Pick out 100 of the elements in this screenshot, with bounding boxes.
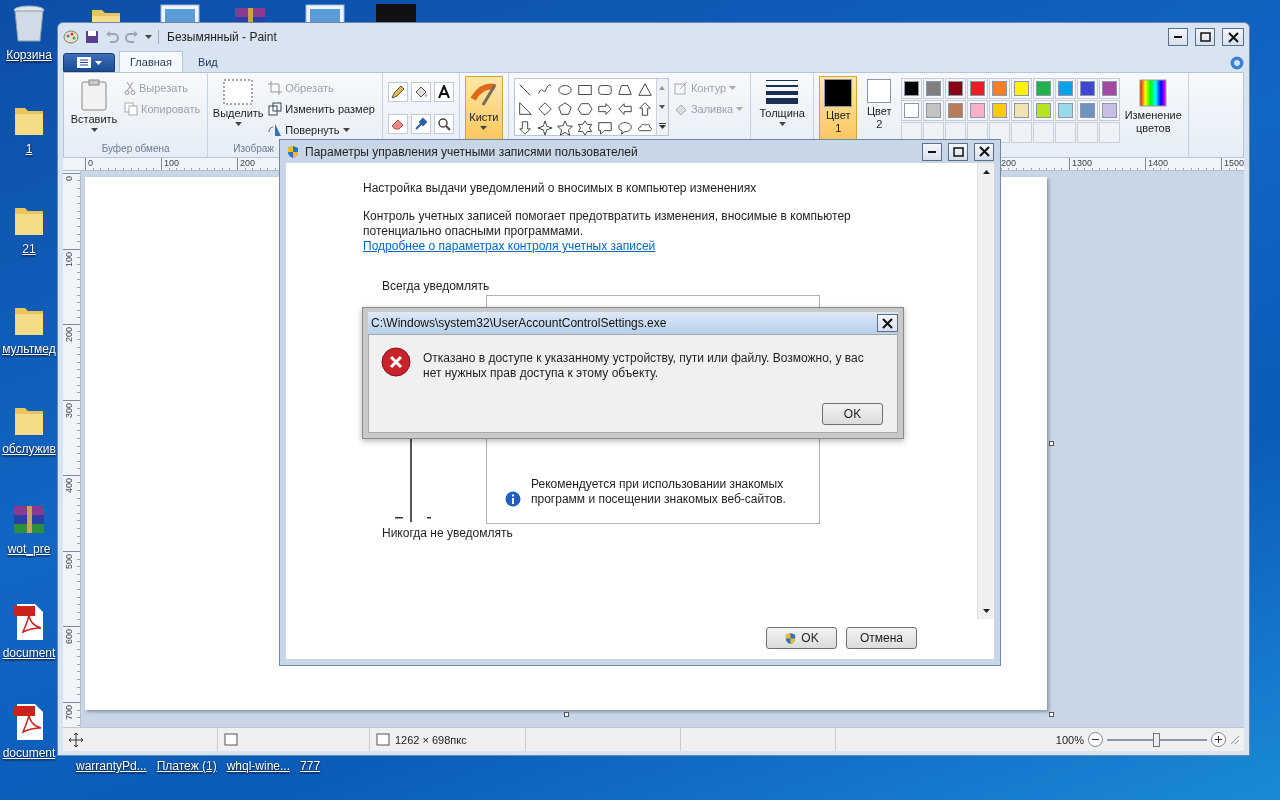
ruler-label: 1400 xyxy=(1148,158,1169,168)
pentagon-shape-button[interactable] xyxy=(555,99,575,118)
resize-handle[interactable] xyxy=(1049,441,1054,446)
rotate-icon xyxy=(268,122,283,137)
magnifier-tool[interactable] xyxy=(433,113,454,134)
close-button[interactable] xyxy=(974,142,994,161)
resize-button[interactable]: Изменить размер xyxy=(266,99,377,118)
gallery-expand-button[interactable] xyxy=(656,116,668,135)
desktop-icon-label[interactable]: warrantyPd... xyxy=(76,759,147,773)
resize-grip-icon xyxy=(1230,734,1240,745)
fill-tool[interactable] xyxy=(410,82,431,102)
desktop-icon-label[interactable]: 1 xyxy=(25,142,33,156)
desktop-icon-label[interactable]: wot_pre xyxy=(7,542,51,556)
right-triangle-icon xyxy=(517,100,534,117)
paste-button[interactable]: Вставить xyxy=(69,76,119,143)
zoom-slider-thumb[interactable] xyxy=(1153,732,1160,747)
color-slot-button[interactable]: Цвет 2 xyxy=(860,76,899,143)
zoom-in-button[interactable] xyxy=(1211,732,1226,747)
ruler-label: 200 xyxy=(64,327,74,343)
triangle-icon xyxy=(637,81,654,98)
caret-icon xyxy=(94,60,102,65)
select-button[interactable]: Выделить xyxy=(213,76,264,143)
save-icon[interactable] xyxy=(85,30,99,44)
help-icon[interactable] xyxy=(1230,56,1244,70)
minimize-button[interactable] xyxy=(1168,28,1188,46)
rotate-button[interactable]: Повернуть xyxy=(266,120,352,139)
help-link[interactable]: Подробнее о параметрах контроля учетных записей xyxy=(363,239,656,253)
desktop-icon-label[interactable]: document xyxy=(2,646,56,660)
four-point-star-shape-button[interactable] xyxy=(535,118,555,137)
maximize-button[interactable] xyxy=(1195,28,1215,46)
close-button[interactable] xyxy=(1222,28,1244,46)
ok-button[interactable]: OK xyxy=(822,403,883,425)
close-icon xyxy=(882,317,893,329)
slider-bottom-label: Никогда не уведомлять xyxy=(382,526,513,540)
eraser-tool[interactable] xyxy=(387,113,408,134)
zoom-out-button[interactable] xyxy=(1088,732,1103,747)
six-point-star-shape-button[interactable] xyxy=(575,118,595,137)
diamond-shape-button[interactable] xyxy=(535,99,555,118)
caret-icon xyxy=(342,127,350,132)
ruler-label: 200 xyxy=(1001,158,1017,168)
canvas-size-text: 1262 × 698пкс xyxy=(395,733,467,746)
desktop-icon-label[interactable]: обслужив xyxy=(2,442,56,456)
text-tool[interactable] xyxy=(433,82,454,102)
zoom-percent: 100% xyxy=(1055,733,1084,746)
cancel-button[interactable]: Отмена xyxy=(846,627,917,649)
star-shape-button[interactable] xyxy=(555,118,575,137)
maximize-icon xyxy=(952,146,964,157)
pentagon-icon xyxy=(557,100,574,117)
recycle-bin-icon[interactable] xyxy=(11,4,47,44)
image-file-icon[interactable] xyxy=(160,4,200,22)
caret-icon xyxy=(982,608,990,613)
ruler-label: 600 xyxy=(64,629,74,645)
ribbon-tab[interactable]: Главная xyxy=(119,51,183,72)
maximize-button[interactable] xyxy=(948,142,968,161)
ribbon-tab[interactable]: Вид xyxy=(186,51,229,72)
error-message: Отказано в доступе к указанному устройству, пути или файлу. Возможно, у вас нет нужных прав доступа к этому объекту. xyxy=(423,350,865,381)
error-icon xyxy=(381,347,411,377)
resize-handle[interactable] xyxy=(564,712,569,717)
diamond-icon xyxy=(537,100,554,117)
desktop-icon-label[interactable]: document xyxy=(2,746,56,760)
hexagon-icon xyxy=(577,100,594,117)
copy-icon xyxy=(124,101,138,116)
window-title: Параметры управления учетными записями пользователей xyxy=(305,144,638,159)
close-button[interactable] xyxy=(877,314,898,332)
caret-icon xyxy=(778,122,786,126)
group-label: Буфер обмена xyxy=(101,143,170,156)
image-file-icon[interactable] xyxy=(305,4,345,22)
ok-button[interactable]: OK xyxy=(766,627,837,649)
file-menu-button[interactable] xyxy=(63,53,115,72)
desktop-icon-label[interactable]: 21 xyxy=(22,242,36,256)
ruler-label: 300 xyxy=(64,402,74,418)
caret-icon xyxy=(736,106,744,111)
triangle-shape-button[interactable] xyxy=(635,80,655,99)
minimize-button[interactable] xyxy=(922,142,942,161)
up-caret-icon xyxy=(659,86,666,91)
plus-icon xyxy=(1215,736,1222,743)
clipboard-icon xyxy=(81,79,107,111)
outline-icon xyxy=(673,80,688,95)
desktop-icon-label[interactable]: Платеж (1) xyxy=(156,759,217,773)
ruler-label: 400 xyxy=(64,478,74,494)
pencil-tool[interactable] xyxy=(387,82,408,102)
group-label: Изображ xyxy=(233,143,274,156)
eyedropper-icon xyxy=(413,116,428,131)
ruler-label: 0 xyxy=(88,158,93,168)
minimize-icon xyxy=(1174,36,1182,38)
zoom-slider[interactable] xyxy=(1107,731,1207,748)
edit-colors-button[interactable]: Изменение цветов xyxy=(1123,76,1184,143)
color-picker-tool[interactable] xyxy=(410,113,431,134)
desktop-icon-label[interactable]: мультмед xyxy=(2,342,56,356)
resize-icon xyxy=(268,101,283,116)
caret-icon xyxy=(480,126,488,130)
paint-app-icon[interactable] xyxy=(63,29,79,45)
resize-handle[interactable] xyxy=(1049,712,1054,717)
desktop-icon-label[interactable]: 777 xyxy=(300,759,321,773)
size-button[interactable]: Толщина xyxy=(756,76,809,143)
right-arrow-icon xyxy=(597,100,614,117)
desktop-icon-label[interactable]: whql-wine... xyxy=(226,759,291,773)
info-icon xyxy=(505,491,521,507)
desktop-icon-label[interactable]: Корзина xyxy=(6,48,52,62)
four-point-star-icon xyxy=(537,119,554,136)
